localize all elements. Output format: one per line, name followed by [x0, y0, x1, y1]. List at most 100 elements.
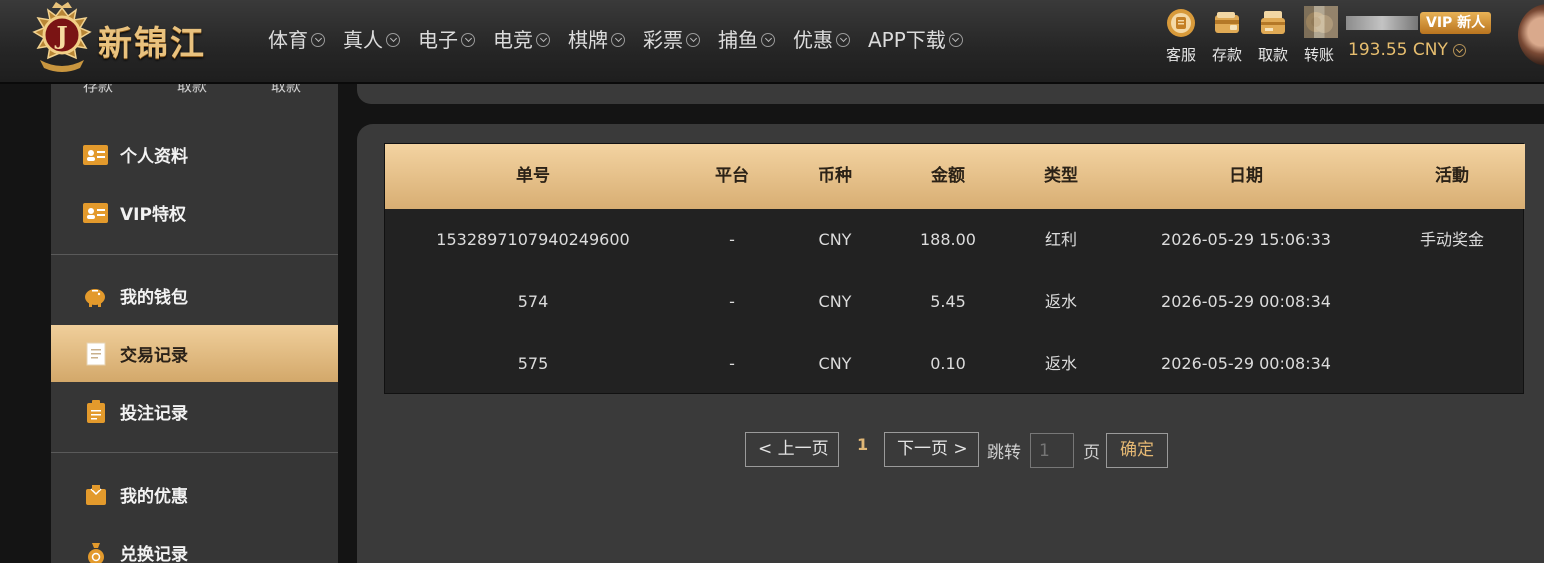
nav-item-promotions[interactable]: 优惠 [793, 24, 850, 53]
nav-item-fishing[interactable]: 捕鱼 [718, 24, 775, 53]
vip-level-badge: VIP 新人 [1420, 12, 1492, 34]
next-page-button[interactable]: 下一页 > [884, 432, 979, 467]
sidebar-item-redeem-records[interactable]: 兑换记录 [51, 524, 338, 563]
profile-photo[interactable] [1518, 4, 1544, 66]
cell-type: 红利 [1044, 230, 1077, 249]
cell-amount: 5.45 [930, 292, 966, 311]
customer-service-icon [1167, 9, 1195, 37]
sidebar-divider [51, 452, 338, 453]
money-bag-icon [83, 542, 108, 563]
deposit-button[interactable]: 存款 [1204, 8, 1250, 65]
sidebar-item-label: 投注记录 [120, 404, 188, 424]
id-card-icon [83, 202, 108, 224]
nav-item-app-download[interactable]: APP下载 [868, 24, 963, 53]
balance-display[interactable]: 193.55 CNY [1348, 40, 1466, 60]
sidebar-cut-label: 取款 [271, 84, 302, 95]
tool-label: 取款 [1257, 46, 1288, 64]
column-header-order-no: 单号 [516, 166, 550, 186]
clipboard-icon [83, 399, 108, 423]
nav-label: 捕鱼 [718, 28, 758, 52]
cell-type: 返水 [1044, 292, 1077, 311]
cell-activity [1402, 333, 1502, 395]
prev-page-button[interactable]: < 上一页 [745, 432, 839, 467]
nav-label: 真人 [343, 28, 383, 52]
column-header-currency: 币种 [818, 166, 852, 186]
logo-badge-icon: J [32, 2, 92, 72]
site-logo[interactable]: J 新锦江 [30, 2, 235, 74]
cell-platform: - [729, 292, 735, 311]
column-header-amount: 金额 [931, 166, 965, 186]
cell-platform: - [729, 354, 735, 373]
cell-amount: 0.10 [930, 354, 966, 373]
piggy-bank-icon [83, 285, 108, 307]
cell-currency: CNY [818, 354, 852, 373]
confirm-jump-button[interactable]: 确定 [1106, 433, 1168, 468]
sidebar-cut-label: 存款 [83, 84, 114, 95]
page-number-current[interactable]: 1 [857, 435, 868, 454]
nav-item-slots[interactable]: 电子 [418, 24, 475, 53]
nav-label: 电竞 [493, 28, 533, 52]
cell-currency: CNY [818, 292, 852, 311]
cell-order-no: 1532897107940249600 [436, 230, 630, 249]
chevron-down-icon [686, 32, 700, 47]
wallet-deposit-icon [1215, 12, 1239, 33]
table-row: 575 - CNY 0.10 返水 2026-05-29 00:08:34 [385, 333, 1525, 395]
chevron-down-icon [386, 32, 400, 47]
nav-item-esports[interactable]: 电竞 [493, 24, 550, 53]
filter-panel-bottom [357, 84, 1544, 104]
user-account[interactable]: VIP 新人 193.55 CNY [1302, 6, 1502, 66]
withdraw-button[interactable]: 取款 [1250, 8, 1296, 65]
transaction-table: 单号 平台 币种 金额 类型 日期 活動 1532897107940249600… [384, 143, 1525, 395]
document-icon [83, 342, 108, 365]
sidebar-item-label: 兑换记录 [120, 545, 188, 563]
cell-order-no: 575 [517, 354, 549, 373]
sidebar-item-label: 我的钱包 [120, 288, 188, 308]
balance-amount: 193.55 CNY [1348, 40, 1448, 60]
sidebar-item-label: VIP特权 [120, 205, 186, 225]
nav-label: 棋牌 [568, 28, 608, 52]
nav-label: APP下载 [868, 28, 946, 52]
column-header-platform: 平台 [715, 166, 749, 186]
cell-date: 2026-05-29 00:08:34 [1161, 292, 1331, 311]
cell-currency: CNY [818, 230, 852, 249]
column-header-type: 类型 [1044, 166, 1078, 186]
sidebar-divider [51, 254, 338, 255]
chevron-down-icon [761, 32, 775, 47]
sidebar-item-vip[interactable]: VIP特权 [51, 184, 338, 241]
logo-badge-letter: J [54, 21, 67, 50]
cell-amount: 188.00 [920, 230, 976, 249]
customer-service-button[interactable]: 客服 [1158, 8, 1204, 65]
tool-label: 存款 [1211, 46, 1242, 64]
cell-type: 返水 [1044, 354, 1077, 373]
chevron-down-icon [311, 32, 325, 47]
column-header-activity: 活動 [1435, 166, 1469, 186]
sidebar-item-profile[interactable]: 个人资料 [51, 126, 338, 183]
nav-label: 彩票 [643, 28, 683, 52]
sidebar-item-bet-records[interactable]: 投注记录 [51, 383, 338, 440]
nav-label: 优惠 [793, 28, 833, 52]
chevron-down-icon [1452, 43, 1466, 57]
nav-item-live[interactable]: 真人 [343, 24, 400, 53]
table-header: 单号 平台 币种 金额 类型 日期 活動 [385, 144, 1525, 209]
nav-item-lottery[interactable]: 彩票 [643, 24, 700, 53]
page-jump-input[interactable] [1030, 433, 1074, 468]
nav-label: 体育 [268, 28, 308, 52]
cell-order-no: 574 [517, 292, 549, 311]
nav-item-sports[interactable]: 体育 [268, 24, 325, 53]
table-row: 574 - CNY 5.45 返水 2026-05-29 00:08:34 [385, 271, 1525, 333]
sidebar-item-my-promotions[interactable]: 我的优惠 [51, 466, 338, 523]
sidebar-item-wallet[interactable]: 我的钱包 [51, 267, 338, 324]
sidebar-item-label: 交易记录 [120, 346, 188, 366]
nav-label: 电子 [418, 28, 458, 52]
cell-activity: 手动奖金 [1419, 230, 1484, 249]
user-avatar [1304, 6, 1338, 38]
chevron-down-icon [611, 32, 625, 47]
table-row: 1532897107940249600 - CNY 188.00 红利 2026… [385, 209, 1525, 271]
sidebar-item-transactions[interactable]: 交易记录 [51, 325, 338, 382]
sidebar-cut-off-labels: 存款 取款 取款 [51, 84, 338, 100]
top-header: J 新锦江 体育 真人 电子 电竞 棋牌 彩票 捕鱼 优惠 APP下载 客服 存… [0, 0, 1544, 84]
chevron-down-icon [948, 32, 963, 47]
logo-text: 新锦江 [98, 24, 206, 64]
nav-item-chess[interactable]: 棋牌 [568, 24, 625, 53]
main-nav: 体育 真人 电子 电竞 棋牌 彩票 捕鱼 优惠 APP下载 [268, 24, 981, 53]
